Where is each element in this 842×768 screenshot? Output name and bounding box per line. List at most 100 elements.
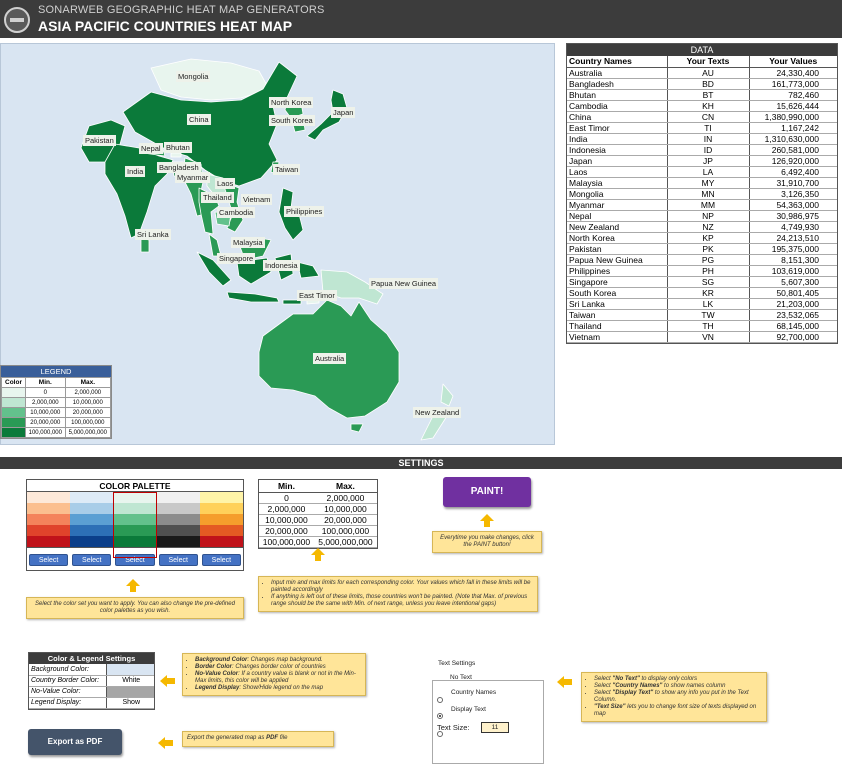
country-name-cell[interactable]: Cambodia bbox=[567, 100, 668, 112]
value-cell[interactable]: 8,151,300 bbox=[749, 254, 837, 266]
value-cell[interactable]: 31,910,700 bbox=[749, 177, 837, 189]
palette-swatch[interactable] bbox=[156, 536, 200, 547]
country-name-cell[interactable]: Thailand bbox=[567, 320, 668, 332]
palette-swatch[interactable] bbox=[199, 492, 243, 503]
palette-swatch[interactable] bbox=[113, 536, 157, 547]
select-palette-4-button[interactable]: Select bbox=[158, 554, 198, 566]
value-cell[interactable]: 1,310,630,000 bbox=[749, 133, 837, 145]
paint-button[interactable]: PAINT! bbox=[443, 477, 531, 507]
select-palette-1-button[interactable]: Select bbox=[29, 554, 69, 566]
max-input[interactable]: 5,000,000,000 bbox=[313, 536, 377, 548]
value-cell[interactable]: 1,167,242 bbox=[749, 122, 837, 134]
select-palette-5-button[interactable]: Select bbox=[201, 554, 241, 566]
value-cell[interactable]: 260,581,000 bbox=[749, 144, 837, 156]
border-color-cell[interactable]: White bbox=[105, 675, 154, 687]
max-input[interactable]: 2,000,000 bbox=[313, 492, 377, 504]
value-cell[interactable]: 782,460 bbox=[749, 89, 837, 101]
no-value-color-cell[interactable] bbox=[105, 686, 154, 698]
country-name-cell[interactable]: Malaysia bbox=[567, 177, 668, 189]
text-cell[interactable]: TH bbox=[667, 320, 750, 332]
legend-display-cell[interactable]: Show bbox=[105, 697, 154, 709]
country-name-cell[interactable]: Laos bbox=[567, 166, 668, 178]
palette-swatch[interactable] bbox=[199, 514, 243, 525]
text-cell[interactable]: NP bbox=[667, 210, 750, 222]
palette-swatch[interactable] bbox=[199, 525, 243, 536]
country-name-cell[interactable]: Australia bbox=[567, 67, 668, 79]
country-name-cell[interactable]: Myanmar bbox=[567, 199, 668, 211]
palette-swatch[interactable] bbox=[27, 514, 71, 525]
palette-swatch[interactable] bbox=[156, 514, 200, 525]
value-cell[interactable]: 5,607,300 bbox=[749, 276, 837, 288]
text-cell[interactable]: JP bbox=[667, 155, 750, 167]
text-cell[interactable]: IN bbox=[667, 133, 750, 145]
country-name-cell[interactable]: Mongolia bbox=[567, 188, 668, 200]
palette-swatch[interactable] bbox=[156, 525, 200, 536]
select-palette-2-button[interactable]: Select bbox=[72, 554, 112, 566]
min-input[interactable]: 100,000,000 bbox=[259, 536, 314, 548]
value-cell[interactable]: 3,126,350 bbox=[749, 188, 837, 200]
value-cell[interactable]: 6,492,400 bbox=[749, 166, 837, 178]
text-cell[interactable]: LK bbox=[667, 298, 750, 310]
text-cell[interactable]: KR bbox=[667, 287, 750, 299]
text-cell[interactable]: CN bbox=[667, 111, 750, 123]
value-cell[interactable]: 68,145,000 bbox=[749, 320, 837, 332]
country-name-cell[interactable]: Nepal bbox=[567, 210, 668, 222]
value-cell[interactable]: 195,375,000 bbox=[749, 243, 837, 255]
text-cell[interactable]: LA bbox=[667, 166, 750, 178]
text-cell[interactable]: TI bbox=[667, 122, 750, 134]
country-name-cell[interactable]: New Zealand bbox=[567, 221, 668, 233]
country-name-cell[interactable]: China bbox=[567, 111, 668, 123]
country-name-cell[interactable]: East Timor bbox=[567, 122, 668, 134]
max-input[interactable]: 10,000,000 bbox=[313, 503, 377, 515]
export-pdf-button[interactable]: Export as PDF bbox=[28, 729, 122, 755]
text-cell[interactable]: MY bbox=[667, 177, 750, 189]
max-input[interactable]: 100,000,000 bbox=[313, 525, 377, 537]
value-cell[interactable]: 92,700,000 bbox=[749, 331, 837, 343]
value-cell[interactable]: 54,363,000 bbox=[749, 199, 837, 211]
value-cell[interactable]: 161,773,000 bbox=[749, 78, 837, 90]
min-input[interactable]: 0 bbox=[259, 492, 314, 504]
palette-swatch[interactable] bbox=[199, 536, 243, 547]
palette-swatch[interactable] bbox=[113, 514, 157, 525]
palette-swatch[interactable] bbox=[70, 525, 114, 536]
country-name-cell[interactable]: Bhutan bbox=[567, 89, 668, 101]
text-cell[interactable]: ID bbox=[667, 144, 750, 156]
text-cell[interactable]: SG bbox=[667, 276, 750, 288]
value-cell[interactable]: 4,749,930 bbox=[749, 221, 837, 233]
palette-swatch[interactable] bbox=[113, 492, 157, 503]
palette-swatch[interactable] bbox=[27, 503, 71, 514]
value-cell[interactable]: 24,330,400 bbox=[749, 67, 837, 79]
select-palette-3-button[interactable]: Select bbox=[115, 554, 155, 566]
min-input[interactable]: 10,000,000 bbox=[259, 514, 314, 526]
value-cell[interactable]: 1,380,990,000 bbox=[749, 111, 837, 123]
country-name-cell[interactable]: Singapore bbox=[567, 276, 668, 288]
country-name-cell[interactable]: Pakistan bbox=[567, 243, 668, 255]
radio-no-text[interactable] bbox=[437, 697, 443, 703]
text-cell[interactable]: PH bbox=[667, 265, 750, 277]
palette-swatch[interactable] bbox=[70, 536, 114, 547]
text-size-input[interactable]: 11 bbox=[481, 722, 509, 733]
value-cell[interactable]: 50,801,405 bbox=[749, 287, 837, 299]
value-cell[interactable]: 126,920,000 bbox=[749, 155, 837, 167]
country-name-cell[interactable]: Philippines bbox=[567, 265, 668, 277]
value-cell[interactable]: 23,532,065 bbox=[749, 309, 837, 321]
palette-swatch[interactable] bbox=[27, 536, 71, 547]
value-cell[interactable]: 21,203,000 bbox=[749, 298, 837, 310]
text-cell[interactable]: BD bbox=[667, 78, 750, 90]
country-name-cell[interactable]: Papua New Guinea bbox=[567, 254, 668, 266]
palette-swatch[interactable] bbox=[156, 492, 200, 503]
text-cell[interactable]: NZ bbox=[667, 221, 750, 233]
country-name-cell[interactable]: Indonesia bbox=[567, 144, 668, 156]
text-cell[interactable]: BT bbox=[667, 89, 750, 101]
palette-swatch[interactable] bbox=[113, 525, 157, 536]
palette-swatch[interactable] bbox=[70, 514, 114, 525]
palette-swatch[interactable] bbox=[70, 492, 114, 503]
country-name-cell[interactable]: Japan bbox=[567, 155, 668, 167]
country-name-cell[interactable]: Taiwan bbox=[567, 309, 668, 321]
value-cell[interactable]: 30,986,975 bbox=[749, 210, 837, 222]
text-cell[interactable]: MN bbox=[667, 188, 750, 200]
text-cell[interactable]: PK bbox=[667, 243, 750, 255]
min-input[interactable]: 20,000,000 bbox=[259, 525, 314, 537]
min-input[interactable]: 2,000,000 bbox=[259, 503, 314, 515]
palette-swatch[interactable] bbox=[156, 503, 200, 514]
